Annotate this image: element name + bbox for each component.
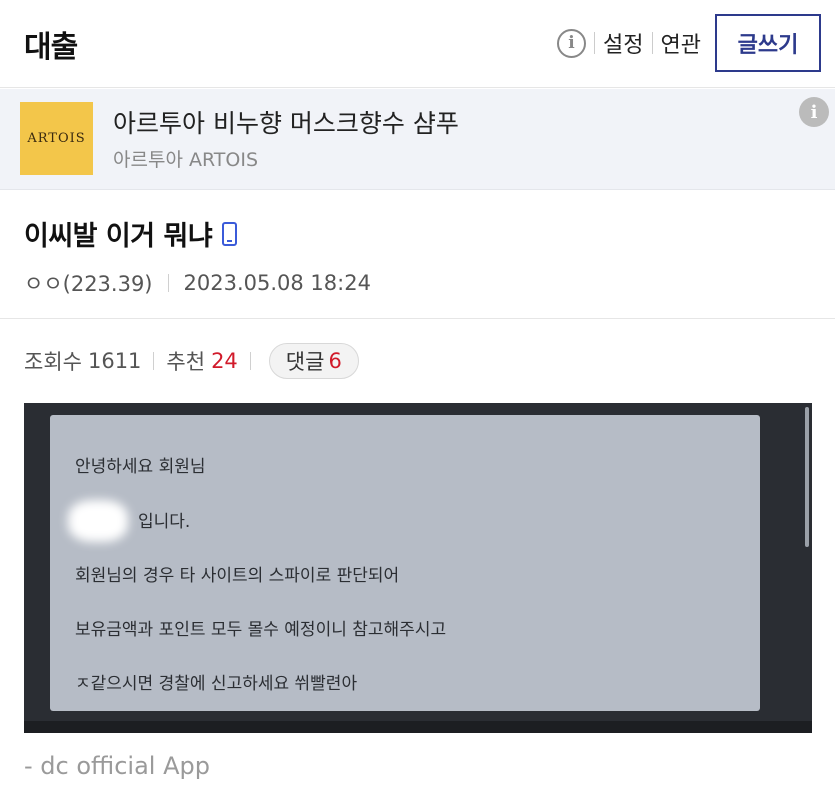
author-name[interactable]: ㅇㅇ(223.39) — [24, 268, 153, 298]
info-circle-icon[interactable]: i — [557, 28, 587, 58]
message-dialog: 안녕하세요 회원님 입니다. 회원님의 경우 타 사이트의 스파이로 판단되어 … — [50, 415, 760, 711]
post-title-row: 이씨발 이거 뭐냐 — [24, 214, 238, 253]
mobile-phone-icon — [222, 221, 238, 246]
post-meta: ㅇㅇ(223.39) 2023.05.08 18:24 — [24, 268, 371, 298]
reply-label: 댓글 — [285, 350, 325, 374]
header-separator — [594, 32, 596, 54]
message-line: 회원님의 경우 타 사이트의 스파이로 판단되어 — [75, 566, 400, 586]
message-line: ㅈ같으시면 경찰에 신고하세요 쒸빨련아 — [75, 674, 358, 694]
reply-count-button[interactable]: 댓글 6 — [268, 343, 359, 379]
brand-logo[interactable]: ARTOIS — [20, 102, 93, 175]
recommend-label: 추천 — [166, 350, 206, 374]
image-bottom-bar — [24, 721, 812, 733]
write-button[interactable]: 글쓰기 — [715, 14, 821, 72]
message-line: 보유금액과 포인트 모두 몰수 예정이니 참고해주시고 — [75, 620, 447, 640]
post-image[interactable]: 안녕하세요 회원님 입니다. 회원님의 경우 타 사이트의 스파이로 판단되어 … — [24, 403, 812, 733]
meta-separator — [167, 274, 169, 292]
stats-separator — [249, 352, 251, 370]
board-title[interactable]: 대출 — [24, 22, 78, 66]
post-title: 이씨발 이거 뭐냐 — [24, 221, 213, 252]
redaction-smudge — [68, 500, 128, 542]
message-line: 안녕하세요 회원님 — [75, 457, 206, 477]
message-line: 입니다. — [138, 512, 191, 532]
ad-banner[interactable]: ARTOIS 아르투아 비누향 머스크향수 샴푸 아르투아 ARTOIS i — [0, 89, 835, 190]
post-datetime: 2023.05.08 18:24 — [183, 271, 371, 295]
stats-separator — [153, 352, 155, 370]
ad-title[interactable]: 아르투아 비누향 머스크향수 샴푸 — [113, 104, 459, 140]
post-stats: 조회수 1611 추천 24 댓글 6 — [24, 343, 359, 379]
settings-link[interactable]: 설정 — [603, 27, 643, 59]
app-signature: - dc official App — [24, 752, 210, 780]
recommend-count: 24 — [211, 349, 238, 373]
top-header: 대출 i 설정 연관 글쓰기 — [0, 0, 835, 88]
divider — [0, 318, 835, 319]
related-link[interactable]: 연관 — [661, 27, 701, 59]
views-label: 조회수 — [24, 350, 82, 374]
ad-info-icon[interactable]: i — [799, 97, 829, 127]
views-count: 1611 — [87, 349, 142, 373]
header-separator — [651, 32, 653, 54]
reply-count: 6 — [328, 349, 342, 373]
image-scrollbar — [805, 407, 809, 547]
ad-brand: 아르투아 ARTOIS — [113, 149, 259, 171]
header-actions: i 설정 연관 글쓰기 — [557, 13, 821, 73]
